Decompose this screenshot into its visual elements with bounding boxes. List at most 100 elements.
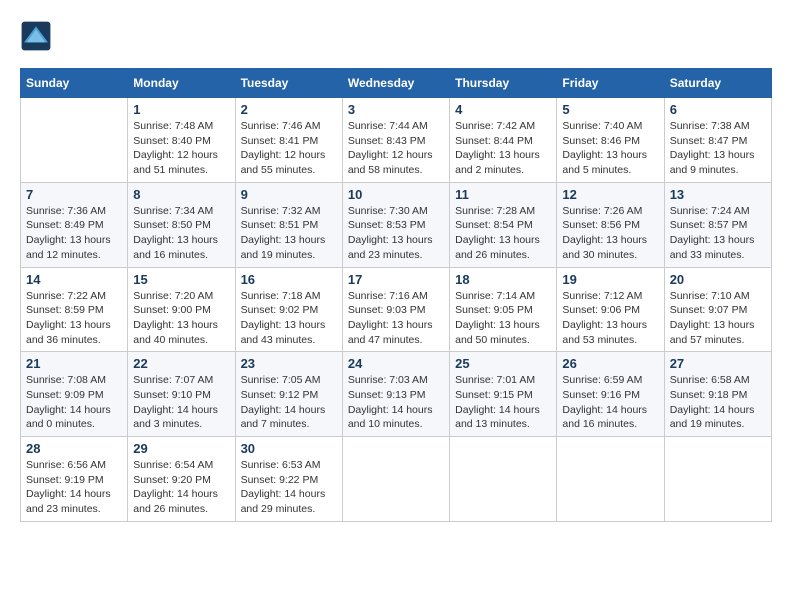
calendar-cell [557, 437, 664, 522]
day-info: Sunrise: 7:03 AMSunset: 9:13 PMDaylight:… [348, 373, 444, 432]
day-number: 29 [133, 441, 229, 456]
day-number: 11 [455, 187, 551, 202]
calendar-cell: 12Sunrise: 7:26 AMSunset: 8:56 PMDayligh… [557, 182, 664, 267]
day-number: 16 [241, 272, 337, 287]
calendar-cell [450, 437, 557, 522]
day-info: Sunrise: 7:26 AMSunset: 8:56 PMDaylight:… [562, 204, 658, 263]
calendar-week-row: 21 Sunrise: 7:08 AMSunset: 9:09 PMDayligh… [21, 352, 772, 437]
day-info: Sunrise: 7:34 AMSunset: 8:50 PMDaylight:… [133, 204, 229, 263]
day-number: 10 [348, 187, 444, 202]
calendar-cell: 8 Sunrise: 7:34 AMSunset: 8:50 PMDaylight… [128, 182, 235, 267]
day-info: Sunrise: 7:48 AMSunset: 8:40 PMDaylight:… [133, 119, 229, 178]
column-header-thursday: Thursday [450, 69, 557, 98]
day-info: Sunrise: 7:20 AMSunset: 9:00 PMDaylight:… [133, 289, 229, 348]
column-header-sunday: Sunday [21, 69, 128, 98]
calendar-header-row: SundayMondayTuesdayWednesdayThursdayFrid… [21, 69, 772, 98]
calendar-cell: 9 Sunrise: 7:32 AMSunset: 8:51 PMDaylight… [235, 182, 342, 267]
day-number: 7 [26, 187, 122, 202]
day-number: 28 [26, 441, 122, 456]
day-info: Sunrise: 6:56 AMSunset: 9:19 PMDaylight:… [26, 458, 122, 517]
day-info: Sunrise: 7:38 AMSunset: 8:47 PMDaylight:… [670, 119, 766, 178]
day-info: Sunrise: 7:24 AMSunset: 8:57 PMDaylight:… [670, 204, 766, 263]
calendar-cell [664, 437, 771, 522]
day-number: 5 [562, 102, 658, 117]
calendar-cell: 17 Sunrise: 7:16 AMSunset: 9:03 PMDayligh… [342, 267, 449, 352]
calendar-cell: 26 Sunrise: 6:59 AMSunset: 9:16 PMDayligh… [557, 352, 664, 437]
day-info: Sunrise: 7:05 AMSunset: 9:12 PMDaylight:… [241, 373, 337, 432]
calendar-cell: 2 Sunrise: 7:46 AMSunset: 8:41 PMDaylight… [235, 98, 342, 183]
day-info: Sunrise: 6:53 AMSunset: 9:22 PMDaylight:… [241, 458, 337, 517]
day-number: 9 [241, 187, 337, 202]
day-info: Sunrise: 7:14 AMSunset: 9:05 PMDaylight:… [455, 289, 551, 348]
day-number: 15 [133, 272, 229, 287]
column-header-saturday: Saturday [664, 69, 771, 98]
calendar-week-row: 1Sunrise: 7:48 AMSunset: 8:40 PMDaylight… [21, 98, 772, 183]
calendar-cell: 16 Sunrise: 7:18 AMSunset: 9:02 PMDayligh… [235, 267, 342, 352]
day-number: 6 [670, 102, 766, 117]
day-info: Sunrise: 7:30 AMSunset: 8:53 PMDaylight:… [348, 204, 444, 263]
day-number: 14 [26, 272, 122, 287]
calendar-table: SundayMondayTuesdayWednesdayThursdayFrid… [20, 68, 772, 522]
calendar-cell: 6 Sunrise: 7:38 AMSunset: 8:47 PMDaylight… [664, 98, 771, 183]
calendar-cell: 28 Sunrise: 6:56 AMSunset: 9:19 PMDayligh… [21, 437, 128, 522]
day-number: 17 [348, 272, 444, 287]
day-info: Sunrise: 7:42 AMSunset: 8:44 PMDaylight:… [455, 119, 551, 178]
calendar-cell: 7 Sunrise: 7:36 AMSunset: 8:49 PMDaylight… [21, 182, 128, 267]
day-info: Sunrise: 7:12 AMSunset: 9:06 PMDaylight:… [562, 289, 658, 348]
day-number: 3 [348, 102, 444, 117]
day-number: 25 [455, 356, 551, 371]
logo-icon [20, 20, 52, 52]
day-info: Sunrise: 7:32 AMSunset: 8:51 PMDaylight:… [241, 204, 337, 263]
day-number: 30 [241, 441, 337, 456]
day-number: 21 [26, 356, 122, 371]
calendar-cell [21, 98, 128, 183]
day-info: Sunrise: 7:08 AMSunset: 9:09 PMDaylight:… [26, 373, 122, 432]
calendar-cell: 23Sunrise: 7:05 AMSunset: 9:12 PMDayligh… [235, 352, 342, 437]
calendar-cell: 21 Sunrise: 7:08 AMSunset: 9:09 PMDayligh… [21, 352, 128, 437]
day-number: 26 [562, 356, 658, 371]
calendar-cell: 19Sunrise: 7:12 AMSunset: 9:06 PMDayligh… [557, 267, 664, 352]
logo [20, 20, 56, 52]
day-info: Sunrise: 7:18 AMSunset: 9:02 PMDaylight:… [241, 289, 337, 348]
calendar-cell: 3 Sunrise: 7:44 AMSunset: 8:43 PMDaylight… [342, 98, 449, 183]
calendar-cell: 20Sunrise: 7:10 AMSunset: 9:07 PMDayligh… [664, 267, 771, 352]
calendar-cell: 10 Sunrise: 7:30 AMSunset: 8:53 PMDayligh… [342, 182, 449, 267]
page-header [20, 20, 772, 52]
day-info: Sunrise: 7:44 AMSunset: 8:43 PMDaylight:… [348, 119, 444, 178]
calendar-cell: 29 Sunrise: 6:54 AMSunset: 9:20 PMDayligh… [128, 437, 235, 522]
calendar-week-row: 28 Sunrise: 6:56 AMSunset: 9:19 PMDayligh… [21, 437, 772, 522]
calendar-cell: 27 Sunrise: 6:58 AMSunset: 9:18 PMDayligh… [664, 352, 771, 437]
calendar-cell: 4 Sunrise: 7:42 AMSunset: 8:44 PMDaylight… [450, 98, 557, 183]
day-number: 8 [133, 187, 229, 202]
day-number: 4 [455, 102, 551, 117]
day-info: Sunrise: 7:36 AMSunset: 8:49 PMDaylight:… [26, 204, 122, 263]
day-info: Sunrise: 7:10 AMSunset: 9:07 PMDaylight:… [670, 289, 766, 348]
calendar-cell: 15 Sunrise: 7:20 AMSunset: 9:00 PMDayligh… [128, 267, 235, 352]
day-info: Sunrise: 7:46 AMSunset: 8:41 PMDaylight:… [241, 119, 337, 178]
column-header-monday: Monday [128, 69, 235, 98]
calendar-cell: 14 Sunrise: 7:22 AMSunset: 8:59 PMDayligh… [21, 267, 128, 352]
calendar-cell: 30 Sunrise: 6:53 AMSunset: 9:22 PMDayligh… [235, 437, 342, 522]
calendar-cell [342, 437, 449, 522]
day-number: 18 [455, 272, 551, 287]
day-number: 2 [241, 102, 337, 117]
day-info: Sunrise: 6:59 AMSunset: 9:16 PMDaylight:… [562, 373, 658, 432]
day-info: Sunrise: 7:40 AMSunset: 8:46 PMDaylight:… [562, 119, 658, 178]
day-info: Sunrise: 7:28 AMSunset: 8:54 PMDaylight:… [455, 204, 551, 263]
column-header-tuesday: Tuesday [235, 69, 342, 98]
column-header-friday: Friday [557, 69, 664, 98]
day-info: Sunrise: 6:58 AMSunset: 9:18 PMDaylight:… [670, 373, 766, 432]
calendar-cell: 1Sunrise: 7:48 AMSunset: 8:40 PMDaylight… [128, 98, 235, 183]
day-info: Sunrise: 6:54 AMSunset: 9:20 PMDaylight:… [133, 458, 229, 517]
calendar-cell: 11 Sunrise: 7:28 AMSunset: 8:54 PMDayligh… [450, 182, 557, 267]
day-info: Sunrise: 7:01 AMSunset: 9:15 PMDaylight:… [455, 373, 551, 432]
calendar-cell: 13 Sunrise: 7:24 AMSunset: 8:57 PMDayligh… [664, 182, 771, 267]
day-number: 27 [670, 356, 766, 371]
day-info: Sunrise: 7:07 AMSunset: 9:10 PMDaylight:… [133, 373, 229, 432]
day-info: Sunrise: 7:22 AMSunset: 8:59 PMDaylight:… [26, 289, 122, 348]
calendar-week-row: 7 Sunrise: 7:36 AMSunset: 8:49 PMDaylight… [21, 182, 772, 267]
day-number: 22 [133, 356, 229, 371]
day-number: 13 [670, 187, 766, 202]
day-info: Sunrise: 7:16 AMSunset: 9:03 PMDaylight:… [348, 289, 444, 348]
calendar-cell: 24Sunrise: 7:03 AMSunset: 9:13 PMDayligh… [342, 352, 449, 437]
